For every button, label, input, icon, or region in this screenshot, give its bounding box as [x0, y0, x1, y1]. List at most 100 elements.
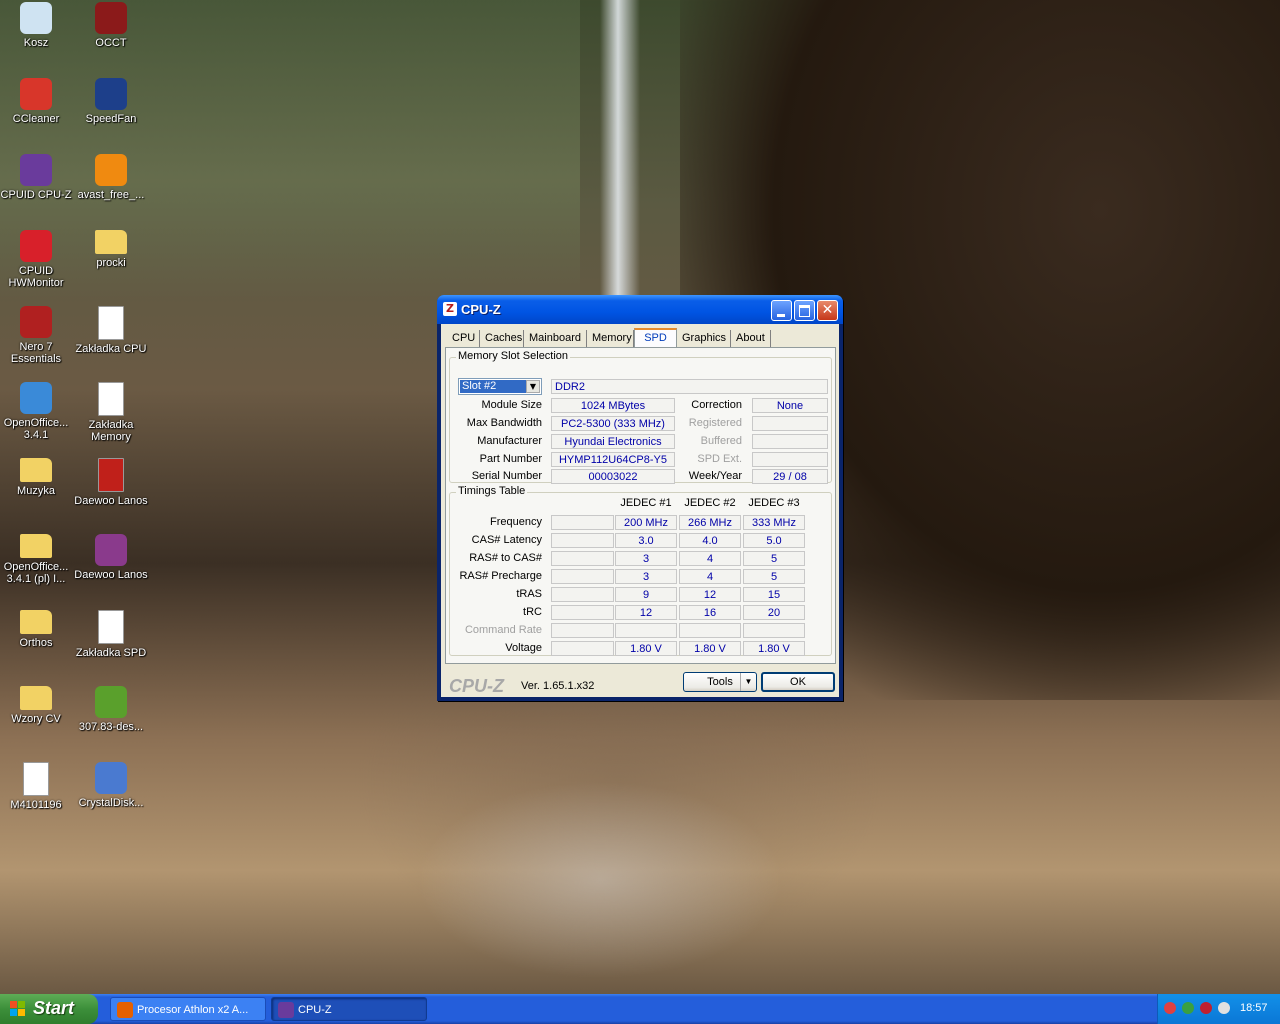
correction-label: Correction [691, 399, 742, 411]
desktop-icon[interactable]: SpeedFan [73, 78, 149, 125]
timings-cell: 16 [679, 605, 741, 620]
timings-cell [679, 623, 741, 638]
ok-button[interactable]: OK [761, 672, 835, 692]
desktop-icon-label: Zakładka SPD [75, 647, 147, 659]
timings-cell: 266 MHz [679, 515, 741, 530]
nvidia-icon [95, 686, 127, 718]
clock: 18:57 [1240, 1002, 1268, 1014]
tab-memory[interactable]: Memory [587, 330, 634, 348]
spd-tab-panel: Memory Slot Selection Slot #2 ▼ DDR2 Mod… [445, 347, 836, 664]
wallpaper-waterfall [600, 0, 640, 300]
desktop-icon[interactable]: Zakładka SPD [73, 610, 149, 659]
folder-icon [20, 610, 52, 634]
desktop-icon[interactable]: M4101196 [0, 762, 74, 811]
timings-cell: 333 MHz [743, 515, 805, 530]
desktop-icon[interactable]: 307.83-des... [73, 686, 149, 733]
timings-cell-empty [551, 551, 614, 566]
openoffice-icon [20, 382, 52, 414]
avast-icon [95, 154, 127, 186]
desktop-icon[interactable]: avast_free_... [73, 154, 149, 201]
timings-cell: 200 MHz [615, 515, 677, 530]
document-icon [98, 610, 124, 644]
start-button[interactable]: Start [0, 994, 98, 1024]
document-icon [23, 762, 49, 796]
desktop-icon[interactable]: Zakładka CPU [73, 306, 149, 355]
desktop-icon-label: Zakładka Memory [88, 419, 134, 443]
desktop-icon[interactable]: CCleaner [0, 78, 74, 125]
minimize-button[interactable] [771, 300, 792, 321]
desktop-icon-label: OpenOffice... 3.4.1 [3, 417, 69, 441]
timings-group-title: Timings Table [456, 485, 528, 497]
desktop-icon-label: OpenOffice... 3.4.1 (pl) I... [3, 561, 69, 585]
desktop-icon-label: CCleaner [12, 113, 60, 125]
nero-icon [20, 306, 52, 338]
folder-icon [95, 230, 127, 254]
tray-shield-icon[interactable] [1200, 1002, 1212, 1014]
timings-column-header: JEDEC #1 [620, 497, 672, 509]
chevron-down-icon[interactable]: ▼ [740, 673, 756, 691]
desktop-icon[interactable]: procki [73, 230, 149, 269]
timings-cell-empty [551, 605, 614, 620]
registered-field [752, 416, 828, 431]
tab-mainboard[interactable]: Mainboard [524, 330, 587, 348]
timings-row-label: Voltage [505, 642, 542, 654]
tray-network-icon[interactable] [1182, 1002, 1194, 1014]
tab-about[interactable]: About [731, 330, 771, 348]
timings-cell: 9 [615, 587, 677, 602]
tab-graphics[interactable]: Graphics [677, 330, 731, 348]
buffered-field [752, 434, 828, 449]
close-button[interactable]: ✕ [817, 300, 838, 321]
tab-caches[interactable]: Caches [480, 330, 524, 348]
desktop-icon-label: 307.83-des... [78, 721, 144, 733]
desktop-icon[interactable]: CrystalDisk... [73, 762, 149, 809]
timings-cell: 1.80 V [679, 641, 741, 656]
desktop-icon-label: avast_free_... [77, 189, 145, 201]
tray-app-icon[interactable] [1164, 1002, 1176, 1014]
desktop-icon[interactable]: CPUID HWMonitor [0, 230, 74, 289]
desktop-icon-label: Orthos [19, 637, 53, 649]
tab-cpu[interactable]: CPU [447, 330, 480, 348]
desktop-icon[interactable]: Daewoo Lanos [73, 458, 149, 507]
desktop-icon[interactable]: Nero 7 Essentials [0, 306, 74, 365]
desktop-icon-label: procki [96, 257, 126, 269]
desktop-icon-label: CrystalDisk... [78, 797, 144, 809]
taskbar-button[interactable]: Procesor Athlon x2 A... [110, 997, 266, 1021]
slot-select[interactable]: Slot #2 ▼ [458, 378, 542, 395]
module-size-label: Module Size [481, 399, 542, 411]
tab-spd[interactable]: SPD [634, 328, 677, 349]
window-titlebar[interactable]: Z CPU-Z ✕ [437, 295, 843, 324]
desktop-icon[interactable]: Kosz [0, 2, 74, 49]
desktop-icon-label: CPUID CPU-Z [0, 189, 72, 201]
desktop-icon[interactable]: Zakładka Memory [73, 382, 149, 443]
timings-cell: 15 [743, 587, 805, 602]
timings-cell: 1.80 V [615, 641, 677, 656]
desktop-icon[interactable]: CPUID CPU-Z [0, 154, 74, 201]
registered-label: Registered [688, 417, 742, 429]
taskbar-button[interactable]: CPU-Z [271, 997, 427, 1021]
desktop-icon[interactable]: Muzyka [0, 458, 74, 497]
timings-cell: 3 [615, 551, 677, 566]
desktop-icon[interactable]: OCCT [73, 2, 149, 49]
document-icon [98, 382, 124, 416]
tools-button[interactable]: Tools ▼ [683, 672, 757, 692]
timings-row-label: Command Rate [464, 624, 542, 636]
desktop-icon[interactable]: Daewoo Lanos [73, 534, 149, 581]
timings-row-label: RAS# Precharge [459, 570, 542, 582]
desktop-icon-label: M4101196 [10, 799, 62, 811]
desktop-icon[interactable]: OpenOffice... 3.4.1 (pl) I... [0, 534, 74, 585]
timings-cell: 12 [615, 605, 677, 620]
week-year-label: Week/Year [688, 470, 742, 482]
manufacturer-label: Manufacturer [477, 435, 542, 447]
cpuz-app-icon: Z [443, 302, 457, 316]
desktop-icon[interactable]: Orthos [0, 610, 74, 649]
chevron-down-icon[interactable]: ▼ [526, 380, 540, 393]
desktop-icon[interactable]: OpenOffice... 3.4.1 [0, 382, 74, 441]
max-bandwidth-field: PC2-5300 (333 MHz) [551, 416, 675, 431]
maximize-button[interactable] [794, 300, 815, 321]
tray-volume-icon[interactable] [1218, 1002, 1230, 1014]
timings-cell: 4.0 [679, 533, 741, 548]
speedfan-icon [95, 78, 127, 110]
desktop-icon-label: Muzyka [17, 485, 55, 497]
folder-icon [20, 458, 52, 482]
desktop-icon[interactable]: Wzory CV [0, 686, 74, 725]
